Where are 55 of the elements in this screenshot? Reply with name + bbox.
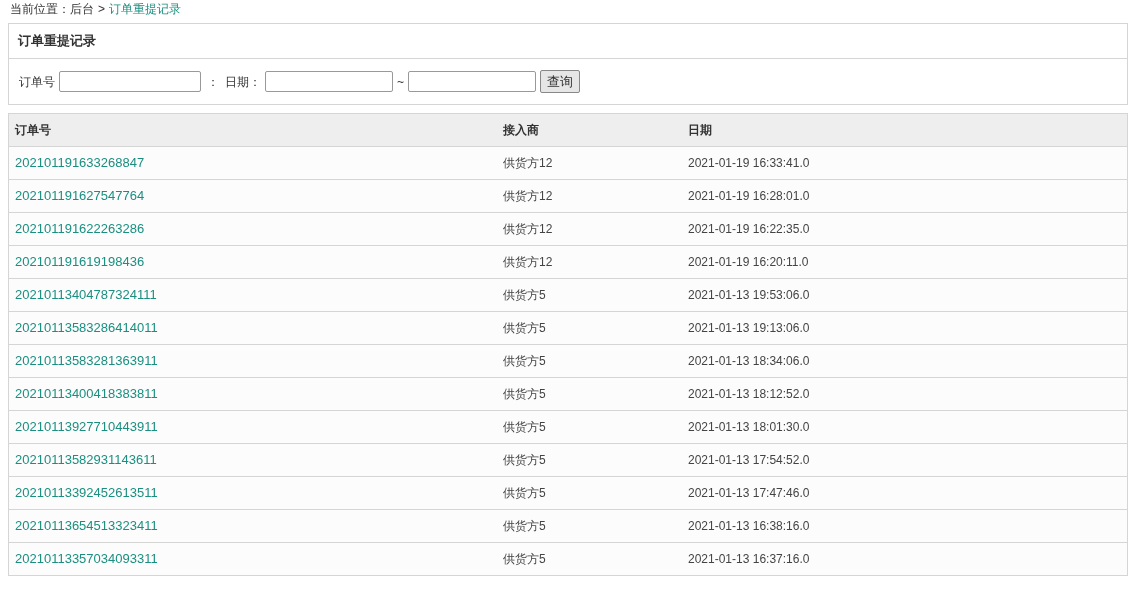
order-link[interactable]: 20210113927710443911 xyxy=(15,419,158,435)
table-cell: 2021-01-19 16:28:01.0 xyxy=(688,189,810,203)
table-cell: 供货方5 xyxy=(503,420,546,434)
table-cell: 供货方12 xyxy=(503,222,553,236)
breadcrumb-link[interactable]: 订单重提记录 xyxy=(109,0,181,18)
table-cell: 供货方12 xyxy=(503,255,553,269)
table-cell: 供货方12 xyxy=(503,156,553,170)
filter-label: 订单号 xyxy=(19,73,55,91)
table-cell: 2021-01-13 18:34:06.0 xyxy=(688,354,810,368)
table-cell: 供货方12 xyxy=(503,189,553,203)
order-link[interactable]: 20210113582931143611 xyxy=(15,452,157,468)
table-cell: 2021-01-13 16:38:16.0 xyxy=(688,519,810,533)
table-cell: 2021-01-13 16:37:16.0 xyxy=(688,552,810,566)
table-cell: 供货方5 xyxy=(503,486,546,500)
filter-label: 日期： xyxy=(225,73,261,91)
order-link[interactable]: 202101191622263286 xyxy=(15,221,145,237)
range-separator: ~ xyxy=(397,73,404,91)
column-header: 日期 xyxy=(688,123,712,137)
table-cell: 2021-01-13 18:12:52.0 xyxy=(688,387,810,401)
table-cell: 2021-01-19 16:33:41.0 xyxy=(688,156,810,170)
order-link[interactable]: 20210113400418383811 xyxy=(15,386,158,402)
query-button[interactable]: 查询 xyxy=(540,70,580,93)
panel-title: 订单重提记录 xyxy=(18,32,96,51)
order-link[interactable]: 20210113654513323411 xyxy=(15,518,158,534)
table-cell: 供货方5 xyxy=(503,321,546,335)
order-link[interactable]: 20210113583286414011 xyxy=(15,320,158,336)
breadcrumb-separator: > xyxy=(98,1,105,18)
table-cell: 2021-01-13 19:53:06.0 xyxy=(688,288,810,302)
table-cell: 供货方5 xyxy=(503,387,546,401)
table-cell: 供货方5 xyxy=(503,519,546,533)
table-cell: 供货方5 xyxy=(503,453,546,467)
order-number-field[interactable] xyxy=(59,71,201,92)
table-cell: 2021-01-13 18:01:30.0 xyxy=(688,420,810,434)
table-cell: 供货方5 xyxy=(503,552,546,566)
table-cell: 2021-01-13 19:13:06.0 xyxy=(688,321,810,335)
order-link[interactable]: 20210113357034093311 xyxy=(15,551,158,567)
order-link[interactable]: 202101191619198436 xyxy=(15,254,145,270)
column-header: 订单号 xyxy=(15,123,51,137)
table-cell: 2021-01-13 17:54:52.0 xyxy=(688,453,810,467)
filter-separator: ： xyxy=(207,73,219,91)
breadcrumb-label: 当前位置： xyxy=(10,1,70,18)
end-date-field[interactable] xyxy=(408,71,536,92)
order-link[interactable]: 202101191627547764 xyxy=(15,188,145,204)
table-cell: 2021-01-19 16:22:35.0 xyxy=(688,222,810,236)
start-date-field[interactable] xyxy=(265,71,393,92)
table-cell: 2021-01-13 17:47:46.0 xyxy=(688,486,810,500)
order-link[interactable]: 20210113404787324111 xyxy=(15,287,157,303)
order-link[interactable]: 20210113392452613511 xyxy=(15,485,158,501)
table-cell: 2021-01-19 16:20:11.0 xyxy=(688,255,809,269)
breadcrumb-link[interactable]: 后台 xyxy=(70,0,94,18)
table-cell: 供货方5 xyxy=(503,354,546,368)
table-cell: 供货方5 xyxy=(503,288,546,302)
order-link[interactable]: 202101191633268847 xyxy=(15,155,145,171)
column-header: 接入商 xyxy=(503,123,539,137)
order-link[interactable]: 20210113583281363911 xyxy=(15,353,158,369)
